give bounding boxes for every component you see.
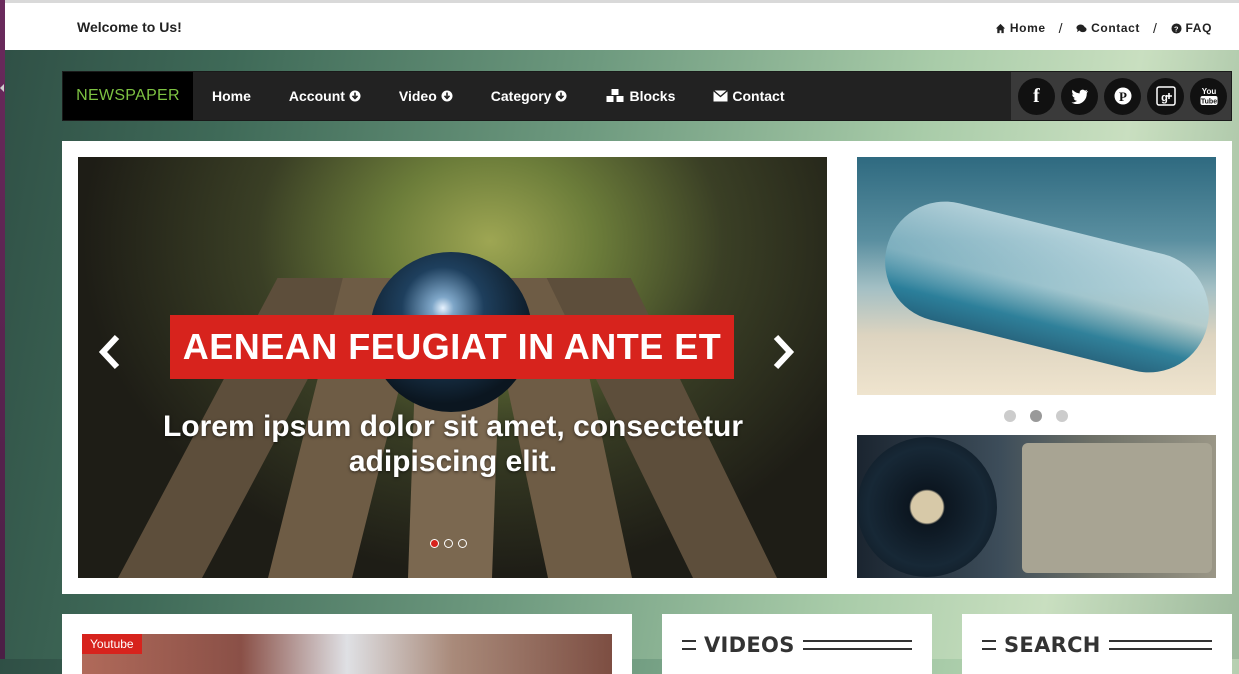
youtube-icon[interactable]: You Tube [1190, 77, 1227, 115]
chevron-right-icon[interactable] [768, 332, 798, 372]
slider-dot[interactable] [444, 539, 453, 548]
pinterest-icon[interactable]: P [1104, 77, 1141, 115]
window-left-edge [0, 0, 5, 659]
svg-text:g: g [1161, 92, 1168, 104]
welcome-text: Welcome to Us! [77, 19, 182, 35]
nav-item-label: Video [398, 88, 437, 104]
slider-dot[interactable] [430, 539, 439, 548]
nav-item-label: Contact [732, 88, 785, 104]
nav-item-home[interactable]: Home [212, 88, 251, 104]
cubes-icon [605, 88, 625, 103]
heading-rule [802, 640, 912, 650]
videos-heading: VIDEOS [682, 633, 912, 657]
side-feature-image[interactable] [857, 435, 1216, 578]
nav-item-label: Account [288, 88, 345, 104]
svg-text:You: You [1201, 87, 1216, 96]
search-title: SEARCH [1004, 633, 1101, 657]
heading-rule [1108, 640, 1212, 650]
nav-item-category[interactable]: Category [491, 88, 568, 104]
home-icon [995, 23, 1005, 33]
svg-text:P: P [1119, 89, 1127, 104]
bottle-image [872, 188, 1216, 386]
top-link-home-label: Home [1009, 21, 1046, 35]
slider-dots [430, 539, 467, 548]
videos-box: VIDEOS [662, 614, 932, 674]
brand-logo[interactable]: NEWSPAPER [63, 72, 193, 120]
question-circle-icon: ? [1170, 22, 1182, 34]
separator: / [1153, 20, 1158, 36]
twitter-icon[interactable] [1061, 77, 1098, 115]
youtube-box: Youtube [62, 614, 632, 674]
top-link-faq-label: FAQ [1185, 21, 1212, 35]
arrow-circle-down-icon [555, 90, 567, 102]
facebook-icon[interactable]: f [1018, 77, 1055, 115]
comments-icon [1076, 24, 1087, 32]
top-link-faq[interactable]: ? FAQ [1170, 21, 1212, 35]
heading-rule [682, 640, 696, 650]
main-slider[interactable]: AENEAN FEUGIAT IN ANTE ET Lorem ipsum do… [78, 157, 827, 578]
envelope-icon [713, 90, 729, 102]
featured-panel: AENEAN FEUGIAT IN ANTE ET Lorem ipsum do… [62, 141, 1232, 594]
top-link-home[interactable]: Home [995, 21, 1046, 35]
slide-title[interactable]: AENEAN FEUGIAT IN ANTE ET [170, 315, 734, 379]
slider-dot[interactable] [458, 539, 467, 548]
nav-item-contact[interactable]: Contact [713, 88, 785, 104]
youtube-thumbnail[interactable] [82, 634, 612, 674]
nav-item-label: Blocks [629, 88, 676, 104]
videos-title: VIDEOS [704, 633, 795, 657]
top-bar: Welcome to Us! Home / Contact / ? FAQ [5, 0, 1239, 50]
slide-subtitle: Lorem ipsum dolor sit amet, consectetur … [162, 410, 744, 478]
side-slider-image[interactable] [857, 157, 1216, 395]
side-slider-dots [1004, 410, 1068, 422]
collapse-arrow-icon[interactable] [0, 84, 4, 92]
svg-text:Tube: Tube [1200, 98, 1216, 105]
arrow-circle-down-icon [349, 90, 361, 102]
search-heading: SEARCH [982, 633, 1212, 657]
google-plus-icon[interactable]: g [1147, 77, 1184, 115]
nav-item-label: Home [212, 88, 251, 104]
nav-item-blocks[interactable]: Blocks [605, 88, 675, 104]
search-box: SEARCH [962, 614, 1232, 674]
chevron-left-icon[interactable] [95, 332, 125, 372]
main-navbar: NEWSPAPER Home Account Video Category Bl… [62, 71, 1232, 121]
nav-item-label: Category [490, 88, 552, 104]
heading-rule [982, 640, 996, 650]
top-link-contact-label: Contact [1091, 21, 1141, 35]
top-links: Home / Contact / ? FAQ [995, 20, 1212, 36]
mixer-image [1022, 443, 1212, 573]
nav-item-video[interactable]: Video [399, 88, 453, 104]
nav-item-account[interactable]: Account [289, 88, 361, 104]
side-slider-dot[interactable] [1004, 410, 1016, 422]
side-slider-dot[interactable] [1056, 410, 1068, 422]
youtube-badge[interactable]: Youtube [82, 634, 142, 654]
arrow-circle-down-icon [441, 90, 453, 102]
side-slider-dot[interactable] [1030, 410, 1042, 422]
turntable-record-image [857, 437, 997, 577]
separator: / [1058, 20, 1064, 36]
social-links: f P g You Tube [1011, 72, 1231, 120]
svg-text:?: ? [1174, 24, 1179, 33]
main-menu: Home Account Video Category Blocks Conta… [212, 72, 823, 120]
top-link-contact[interactable]: Contact [1076, 21, 1140, 35]
